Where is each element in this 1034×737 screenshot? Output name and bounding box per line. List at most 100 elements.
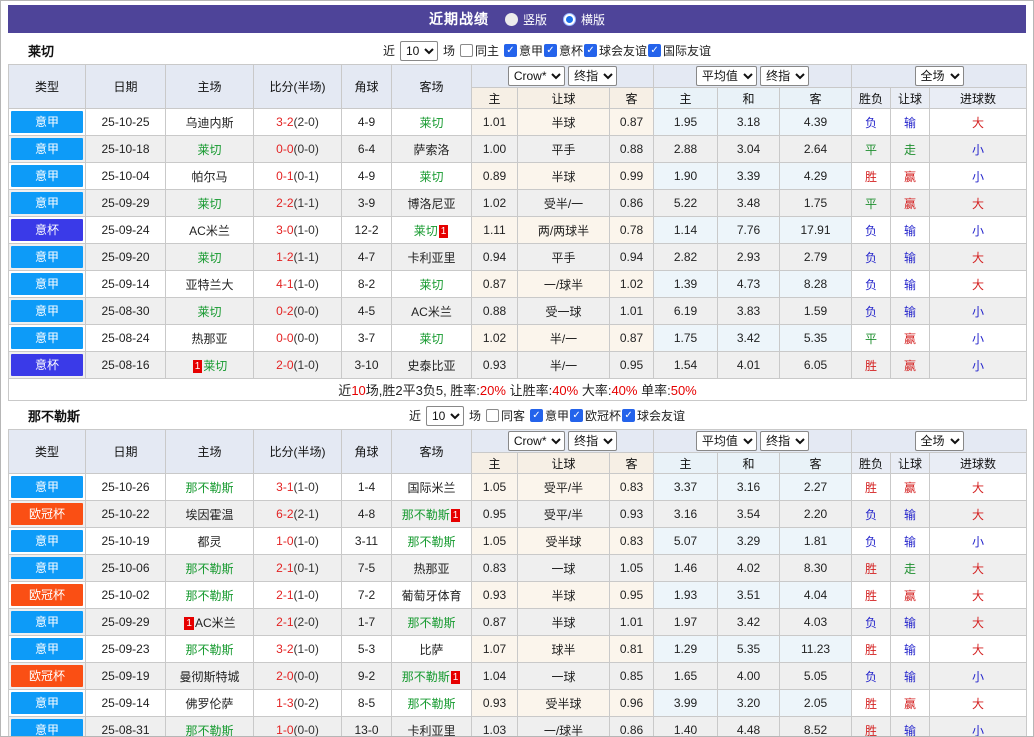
corners: 7-2 (341, 581, 392, 609)
bookmaker-select[interactable]: Crow* (507, 431, 565, 451)
league-badge: 意甲 (11, 192, 83, 214)
match-row: 意甲 25-09-14 亚特兰大 4-1(1-0) 8-2 莱切 0.87 一/球半 1.02 1… (8, 270, 1028, 298)
bookmaker-select[interactable]: Crow* (507, 66, 565, 86)
odds-away: 0.87 (609, 108, 654, 136)
league-type-cell: 欧冠杯 (8, 500, 86, 528)
home-team: 那不勒斯 (165, 581, 254, 609)
checkbox-checked-icon: ✓ (584, 44, 598, 57)
odds-group-header: Crow* 终指 (471, 429, 654, 453)
avg-away: 4.29 (778, 162, 853, 190)
fulltime-score: 6-2 (276, 507, 294, 521)
result-handicap: 赢 (890, 689, 931, 717)
team-name: 莱切 (28, 44, 55, 59)
odds-home: 0.93 (471, 689, 518, 717)
result-goals: 大 (929, 189, 1028, 217)
league-filter-checkbox[interactable]: ✓ 意甲 (503, 42, 543, 59)
average-select[interactable]: 平均值 (695, 66, 757, 86)
team-cell-content: 莱切 (419, 332, 443, 346)
league-badge: 意甲 (11, 246, 83, 268)
match-date: 25-09-24 (85, 216, 166, 244)
home-team: 1 AC米兰 (165, 608, 254, 636)
col-avg-away: 客 (778, 452, 853, 474)
league-filter-checkbox[interactable]: ✓ 球会友谊 (584, 42, 647, 59)
league-filter-label: 球会友谊 (637, 409, 686, 423)
odds-away: 0.88 (609, 135, 654, 163)
col-odds-handicap: 让球 (517, 452, 610, 474)
away-team: 莱切 1 (391, 216, 472, 244)
league-type-cell: 意甲 (8, 716, 86, 736)
layout-radio-horizontal[interactable]: 横版 (563, 11, 605, 28)
league-filter-checkbox[interactable]: ✓ 欧冠杯 (570, 407, 621, 424)
same-venue-checkbox[interactable]: 同客 (485, 407, 525, 424)
final-index-select-2[interactable]: 终指 (760, 431, 810, 451)
team-name-text: 佛罗伦萨 (185, 696, 234, 711)
final-index-select-2[interactable]: 终指 (760, 66, 810, 86)
corners: 3-7 (341, 324, 392, 352)
checkbox-unchecked-icon (459, 44, 473, 57)
odds-handicap: 一/球半 (517, 270, 610, 298)
col-res-wdl: 胜负 (851, 87, 892, 109)
col-odds-away: 客 (609, 452, 654, 474)
odds-handicap: 球半 (517, 635, 610, 663)
final-index-select[interactable]: 终指 (568, 431, 618, 451)
league-filter-checkbox[interactable]: ✓ 球会友谊 (622, 407, 685, 424)
team-name-text: 比萨 (419, 642, 444, 657)
halftime-score: (1-1) (293, 250, 319, 264)
fulltime-score: 2-0 (276, 358, 294, 372)
team-name-text: 卡利亚里 (407, 723, 456, 737)
average-select[interactable]: 平均值 (695, 431, 757, 451)
result-wdl: 负 (851, 108, 892, 136)
fulltime-select[interactable]: 全场 (914, 66, 964, 86)
layout-radio-vertical[interactable]: 竖版 (504, 11, 547, 28)
match-date: 25-08-24 (85, 324, 166, 352)
result-goals: 大 (929, 108, 1028, 136)
odds-home: 1.11 (471, 216, 518, 244)
odds-home: 0.89 (471, 162, 518, 190)
match-date: 25-08-16 (85, 351, 166, 379)
team-cell-content: 1 AC米兰 (183, 616, 236, 630)
same-venue-checkbox[interactable]: 同主 (459, 42, 499, 59)
league-type-cell: 意甲 (8, 243, 86, 271)
odds-handicap: 半/一 (517, 324, 610, 352)
match-row: 意杯 25-08-16 1 莱切 2-0(1-0) 3-10 史泰比亚 0.93 半/一 0.95… (8, 351, 1028, 379)
team-name-text: 热那亚 (413, 561, 450, 576)
league-type-cell: 意甲 (8, 608, 86, 636)
league-badge: 意甲 (11, 638, 83, 660)
col-odds-handicap: 让球 (517, 87, 610, 109)
result-handicap: 赢 (890, 581, 931, 609)
recent-count-select[interactable]: 10 (399, 40, 438, 61)
avg-home: 1.95 (653, 108, 718, 136)
stats-summary: 近10场,胜2平3负5, 胜率:20% 让胜率:40% 大率:40% 单率:50… (7, 378, 1028, 401)
odds-away: 1.02 (609, 270, 654, 298)
result-goals: 小 (929, 297, 1028, 325)
summary-text-segment: 40% (552, 383, 579, 398)
match-date: 25-08-31 (85, 716, 166, 736)
match-row: 意甲 25-09-23 那不勒斯 3-2(1-0) 5-3 比萨 1.07 球半 0.81 1.2… (8, 635, 1028, 663)
result-goals: 小 (929, 662, 1028, 690)
league-filter-checkbox[interactable]: ✓ 意甲 (530, 407, 569, 424)
team-cell-content: 那不勒斯 (407, 616, 455, 630)
final-index-select[interactable]: 终指 (568, 66, 618, 86)
avg-away: 4.39 (778, 108, 853, 136)
result-goals: 小 (929, 351, 1028, 379)
odds-home: 0.95 (471, 500, 518, 528)
league-filter-checkbox[interactable]: ✓ 国际友谊 (648, 42, 711, 59)
odds-handicap: 受半球 (517, 689, 610, 717)
home-team: 帕尔马 (165, 162, 254, 190)
result-handicap: 赢 (890, 324, 931, 352)
checkbox-checked-icon: ✓ (530, 409, 543, 422)
league-filter-checkbox[interactable]: ✓ 意杯 (544, 42, 583, 59)
recent-count-select[interactable]: 10 (425, 405, 464, 426)
league-type-cell: 意甲 (8, 689, 86, 717)
avg-draw: 4.73 (717, 270, 780, 298)
away-team: 卡利亚里 (391, 716, 472, 737)
away-team: 莱切 (391, 270, 472, 298)
team-cell-content: 莱切 (419, 278, 443, 292)
fulltime-select[interactable]: 全场 (914, 431, 964, 451)
col-corner: 角球 (341, 429, 392, 474)
home-team: 莱切 (165, 135, 254, 163)
result-wdl: 负 (851, 500, 892, 528)
league-filter-group: ✓ 意甲 ✓ 欧冠杯 ✓ 球会友谊 (530, 407, 685, 424)
match-date: 25-09-29 (85, 189, 166, 217)
avg-draw: 3.42 (717, 608, 780, 636)
